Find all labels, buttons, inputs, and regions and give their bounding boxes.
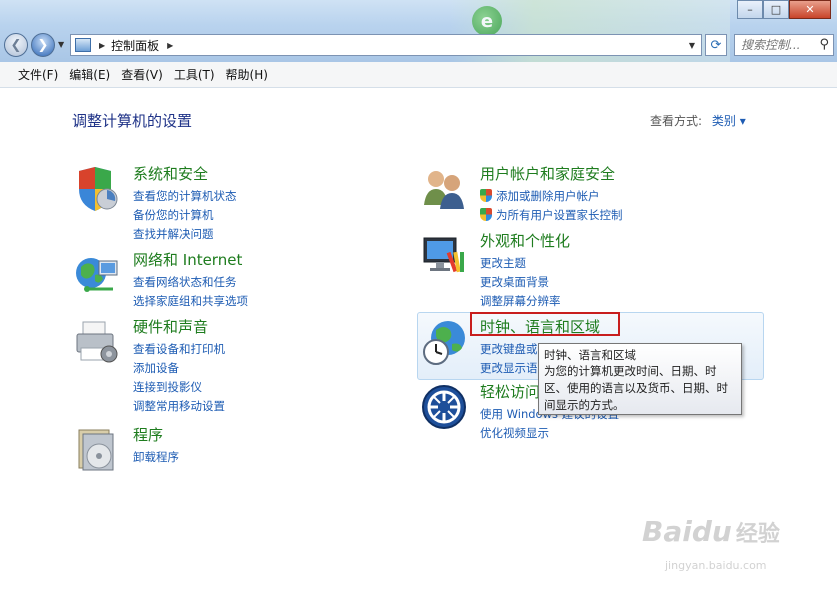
breadcrumb-separator-icon[interactable]: ▶ bbox=[167, 41, 173, 50]
view-by-label: 查看方式: bbox=[650, 114, 703, 128]
breadcrumb[interactable]: 控制面板 bbox=[111, 37, 159, 54]
window-controls: – □ ✕ bbox=[737, 0, 831, 19]
tooltip-line: 间显示的方式。 bbox=[544, 398, 625, 412]
page-title: 调整计算机的设置 bbox=[72, 112, 193, 130]
minimize-button[interactable]: – bbox=[737, 0, 763, 19]
monitor-palette-icon[interactable] bbox=[420, 232, 468, 280]
ease-of-access-icon[interactable] bbox=[420, 383, 468, 431]
tooltip-title: 时钟、语言和区域 bbox=[544, 348, 636, 362]
maximize-button[interactable]: □ bbox=[763, 0, 789, 19]
address-bar[interactable]: ▶ 控制面板 ▶ ▼ bbox=[70, 34, 702, 56]
category-title[interactable]: 网络和 Internet bbox=[133, 249, 242, 270]
programs-disc-icon[interactable] bbox=[73, 426, 121, 474]
forward-button[interactable]: ❯ bbox=[31, 33, 55, 57]
link-parental-controls[interactable]: 为所有用户设置家长控制 bbox=[480, 206, 623, 225]
category-title[interactable]: 外观和个性化 bbox=[480, 230, 570, 251]
category-title[interactable]: 程序 bbox=[133, 424, 163, 445]
link-network-status[interactable]: 查看网络状态和任务 bbox=[133, 273, 248, 292]
security-shield-icon[interactable] bbox=[73, 165, 121, 213]
link-troubleshoot[interactable]: 查找并解决问题 bbox=[133, 225, 237, 244]
view-by-dropdown[interactable]: 类别 ▾ bbox=[712, 114, 746, 128]
address-dropdown-icon[interactable]: ▼ bbox=[689, 41, 695, 50]
watermark-url: jingyan.baidu.com bbox=[665, 559, 767, 572]
link-uninstall-program[interactable]: 卸载程序 bbox=[133, 448, 179, 467]
link-view-computer-status[interactable]: 查看您的计算机状态 bbox=[133, 187, 237, 206]
back-button[interactable]: ❮ bbox=[4, 33, 28, 57]
highlight-box bbox=[470, 312, 620, 336]
menu-edit[interactable]: 编辑(E) bbox=[69, 66, 110, 83]
recent-pages-dropdown[interactable]: ▼ bbox=[58, 40, 64, 49]
link-connect-projector[interactable]: 连接到投影仪 bbox=[133, 378, 225, 397]
watermark-text: Baidu bbox=[642, 515, 732, 548]
link-add-device[interactable]: 添加设备 bbox=[133, 359, 225, 378]
breadcrumb-separator-icon[interactable]: ▶ bbox=[99, 41, 105, 50]
view-by: 查看方式: 类别 ▾ bbox=[650, 112, 746, 129]
close-button[interactable]: ✕ bbox=[789, 0, 831, 19]
category-title[interactable]: 轻松访问 bbox=[480, 381, 540, 402]
watermark-logo: Baidu 经验 bbox=[642, 515, 780, 548]
search-icon[interactable]: ⚲ bbox=[819, 37, 829, 52]
network-globe-icon[interactable] bbox=[73, 251, 121, 299]
link-desktop-background[interactable]: 更改桌面背景 bbox=[480, 273, 561, 292]
link-screen-resolution[interactable]: 调整屏幕分辨率 bbox=[480, 292, 561, 311]
watermark-suffix: 经验 bbox=[735, 522, 780, 547]
category-title[interactable]: 硬件和声音 bbox=[133, 316, 208, 337]
browser-logo-icon: e bbox=[472, 6, 502, 36]
tooltip: 时钟、语言和区域 为您的计算机更改时间、日期、时 区、使用的语言以及货币、日期、… bbox=[538, 343, 742, 415]
menu-view[interactable]: 查看(V) bbox=[121, 66, 163, 83]
refresh-button[interactable]: ⟳ bbox=[705, 34, 727, 56]
search-box[interactable]: ⚲ bbox=[734, 34, 834, 56]
category-title[interactable]: 系统和安全 bbox=[133, 163, 208, 184]
link-homegroup-sharing[interactable]: 选择家庭组和共享选项 bbox=[133, 292, 248, 311]
search-input[interactable] bbox=[741, 38, 811, 52]
menu-help[interactable]: 帮助(H) bbox=[226, 66, 268, 83]
category-title[interactable]: 用户帐户和家庭安全 bbox=[480, 163, 615, 184]
link-change-theme[interactable]: 更改主题 bbox=[480, 254, 561, 273]
menu-file[interactable]: 文件(F) bbox=[18, 66, 58, 83]
users-icon[interactable] bbox=[420, 165, 468, 213]
control-panel-icon bbox=[75, 38, 91, 52]
tooltip-line: 为您的计算机更改时间、日期、时 bbox=[544, 364, 717, 378]
link-mobility-settings[interactable]: 调整常用移动设置 bbox=[133, 397, 225, 416]
link-devices-printers[interactable]: 查看设备和打印机 bbox=[133, 340, 225, 359]
link-optimize-visual-display[interactable]: 优化视频显示 bbox=[480, 424, 619, 443]
globe-clock-icon[interactable] bbox=[420, 318, 468, 366]
uac-shield-icon bbox=[480, 208, 492, 221]
uac-shield-icon bbox=[480, 189, 492, 202]
printer-icon[interactable] bbox=[73, 318, 121, 366]
link-backup-computer[interactable]: 备份您的计算机 bbox=[133, 206, 237, 225]
link-add-remove-accounts[interactable]: 添加或删除用户帐户 bbox=[480, 187, 623, 206]
menu-bar: 文件(F) 编辑(E) 查看(V) 工具(T) 帮助(H) bbox=[0, 62, 837, 88]
menu-tools[interactable]: 工具(T) bbox=[174, 66, 215, 83]
tooltip-line: 区、使用的语言以及货币、日期、时 bbox=[544, 381, 728, 395]
